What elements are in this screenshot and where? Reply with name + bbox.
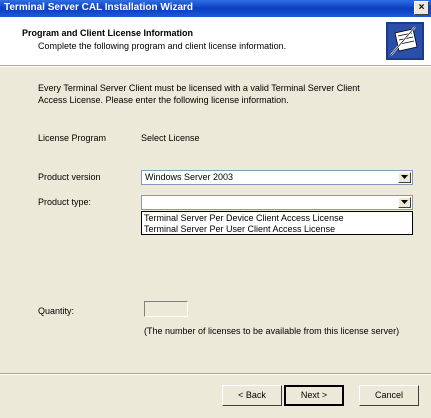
quantity-input[interactable] (144, 301, 188, 317)
product-version-value: Windows Server 2003 (145, 172, 234, 182)
product-version-label: Product version (38, 172, 101, 182)
chevron-down-icon (401, 200, 408, 204)
product-type-option-per-device[interactable]: Terminal Server Per Device Client Access… (144, 213, 344, 223)
close-icon: × (418, 2, 425, 13)
quantity-label: Quantity: (38, 306, 75, 316)
product-type-label: Product type: (38, 197, 92, 207)
license-program-label: License Program (38, 133, 107, 143)
intro-text-line-1: Every Terminal Server Client must be lic… (38, 83, 360, 93)
product-version-select[interactable]: Windows Server 2003 (141, 170, 413, 185)
quantity-hint: (The number of licenses to be available … (144, 326, 400, 336)
next-button[interactable]: Next > (284, 385, 344, 406)
page-title: Program and Client License Information (22, 28, 194, 38)
back-button[interactable]: < Back (222, 385, 282, 406)
header-separator (0, 65, 431, 67)
footer-separator (0, 373, 431, 375)
product-type-select[interactable] (141, 195, 413, 210)
close-button[interactable]: × (414, 1, 429, 15)
license-program-value: Select License (141, 133, 200, 143)
intro-text-line-2: Access License. Please enter the followi… (38, 95, 289, 105)
title-bar: Terminal Server CAL Installation Wizard … (0, 0, 431, 17)
cancel-button[interactable]: Cancel (359, 385, 419, 406)
product-type-dropdown-button[interactable] (398, 197, 411, 208)
chevron-down-icon (401, 175, 408, 179)
wizard-license-icon (386, 22, 424, 60)
wizard-header: Program and Client License Information C… (0, 17, 431, 65)
page-subtitle: Complete the following program and clien… (38, 41, 287, 51)
product-type-dropdown-list: Terminal Server Per Device Client Access… (141, 211, 413, 235)
product-type-option-per-user[interactable]: Terminal Server Per User Client Access L… (144, 224, 335, 234)
window-title: Terminal Server CAL Installation Wizard (4, 2, 194, 13)
product-version-dropdown-button[interactable] (398, 172, 411, 183)
